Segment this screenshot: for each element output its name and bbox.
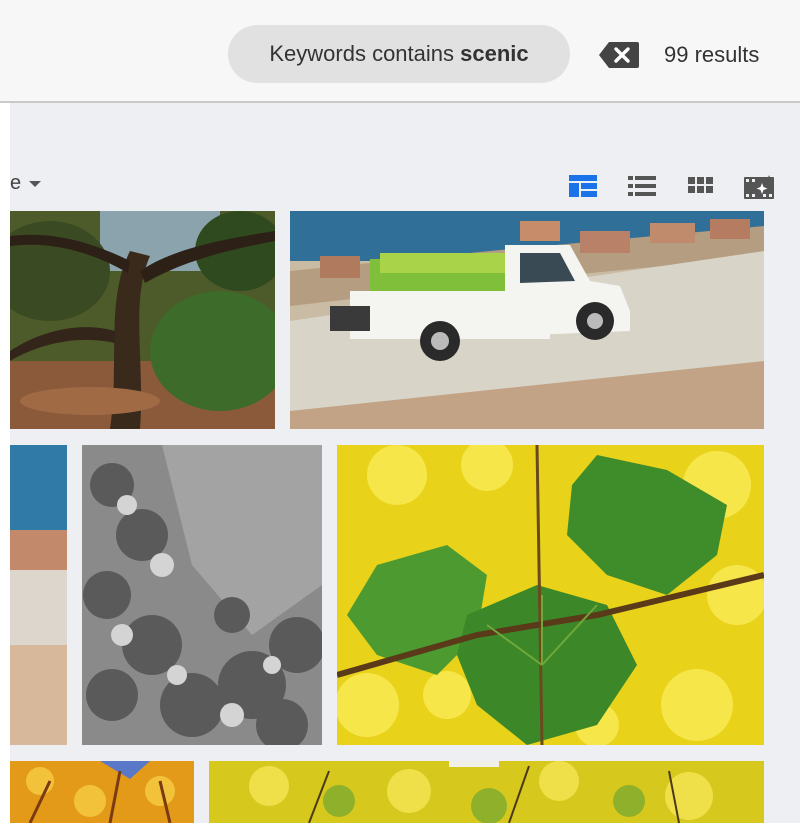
photo-tile[interactable] (337, 445, 764, 745)
pickup-truck-photo (290, 211, 764, 429)
filter-chip-prefix: Keywords contains (269, 41, 461, 66)
film-spark-icon (744, 175, 774, 199)
maple-leaves-photo (337, 445, 764, 745)
results-count: 99 results (664, 42, 760, 67)
list-icon (628, 176, 656, 196)
sort-label: e (10, 172, 22, 194)
sort-dropdown[interactable]: e (10, 171, 42, 195)
photo-tile[interactable] (290, 211, 764, 429)
photo-tile[interactable] (10, 761, 194, 823)
orange-autumn-tree-photo (10, 761, 194, 823)
backspace-icon (599, 42, 639, 68)
photo-tile[interactable] (209, 761, 764, 823)
seaside-photo (10, 445, 67, 745)
grayscale-foliage-photo (82, 445, 322, 745)
filter-bar: Keywords contains scenic 99 results (0, 0, 800, 103)
photo-tile[interactable] (10, 211, 275, 429)
slideshow-view-button[interactable] (743, 173, 774, 199)
clear-filter-button[interactable] (597, 40, 641, 70)
list-view-button[interactable] (627, 173, 657, 199)
mosaic-view-button[interactable] (568, 173, 598, 199)
grid-view-button[interactable] (686, 173, 716, 199)
keyword-filter-chip[interactable]: Keywords contains scenic (228, 25, 570, 83)
photo-tile[interactable] (10, 445, 67, 745)
mosaic-grid-icon (569, 175, 597, 197)
caret-down-icon (29, 180, 42, 187)
photo-gallery: e (10, 103, 800, 823)
grid-icon (688, 177, 713, 193)
pine-tree-photo (10, 211, 275, 429)
yellow-autumn-tree-photo (209, 761, 764, 823)
filter-chip-keyword: scenic (460, 41, 529, 66)
photo-tile[interactable] (82, 445, 322, 745)
